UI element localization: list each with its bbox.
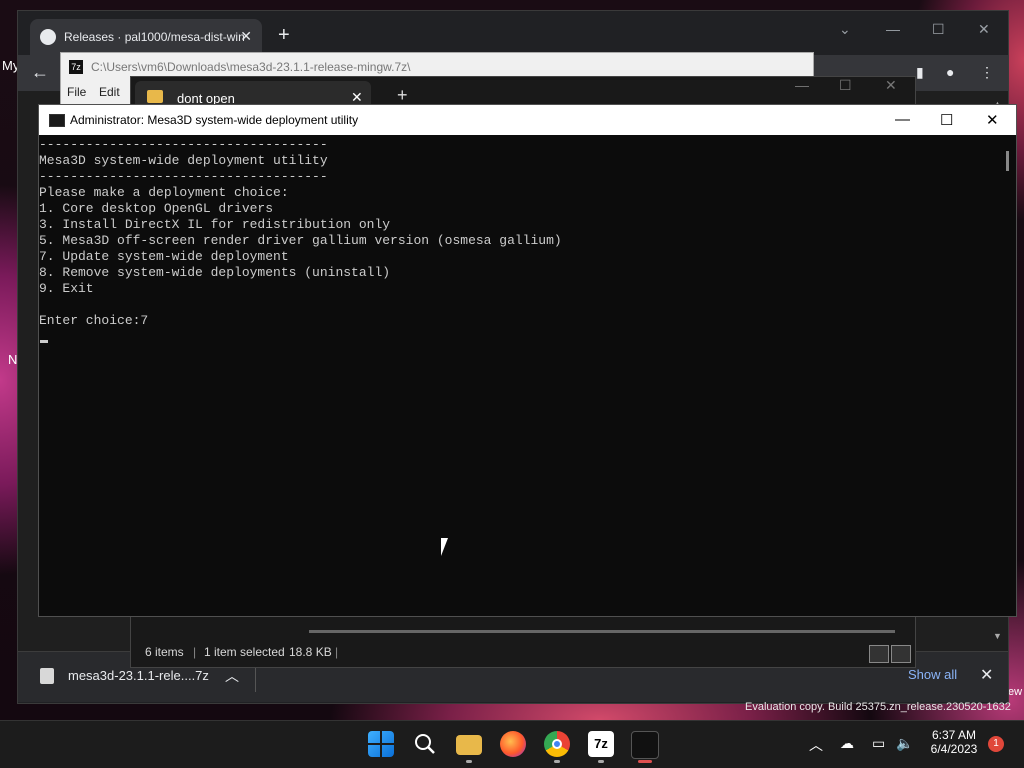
mouse-pointer-icon (441, 538, 455, 556)
taskbar: 7z ︿ ☁ ▭ 🔈 6:37 AM 6/4/2023 1 (0, 720, 1024, 768)
running-indicator (466, 760, 472, 763)
console-title: Administrator: Mesa3D system-wide deploy… (70, 113, 359, 127)
console-line: 1. Core desktop OpenGL drivers (39, 201, 274, 216)
console-title-bar: Administrator: Mesa3D system-wide deploy… (39, 105, 1016, 135)
maximize-button[interactable]: ☐ (932, 21, 945, 38)
network-icon[interactable]: ▭ (872, 735, 885, 752)
minimize-button[interactable]: — (886, 21, 900, 37)
console-line: 9. Exit (39, 281, 94, 296)
onedrive-icon[interactable]: ☁ (840, 735, 854, 752)
running-indicator (554, 760, 560, 763)
chrome-tab-title: Releases · pal1000/mesa-dist-win (64, 30, 245, 44)
active-indicator (638, 760, 652, 763)
chevron-down-icon[interactable]: ⌄ (839, 21, 851, 38)
scroll-down-icon[interactable]: ▼ (993, 631, 1002, 641)
github-icon (40, 29, 56, 45)
selected-count: 1 item selected (204, 645, 285, 659)
menu-file[interactable]: File (67, 85, 86, 99)
console-line: Mesa3D system-wide deployment utility (39, 153, 328, 168)
search-icon[interactable] (412, 731, 438, 757)
clock-date: 6/4/2023 (930, 742, 978, 756)
console-line: 3. Install DirectX IL for redistribution… (39, 217, 391, 232)
item-count: 6 items (145, 645, 184, 659)
file-explorer-icon[interactable] (456, 735, 482, 755)
explorer-status-bar: 6 items | 1 item selected 18.8 KB | (131, 637, 915, 665)
console-window: Administrator: Mesa3D system-wide deploy… (38, 104, 1017, 617)
back-arrow-icon[interactable]: ← (31, 62, 49, 83)
evaluation-watermark: Evaluation copy. Build 25375.zn_release.… (745, 701, 1011, 713)
sevenzip-icon[interactable]: 7z (588, 731, 614, 757)
clock[interactable]: 6:37 AM 6/4/2023 (926, 728, 982, 756)
notification-badge[interactable]: 1 (988, 736, 1004, 752)
text-cursor (40, 340, 48, 343)
new-tab-button[interactable]: + (397, 85, 408, 106)
chrome-icon[interactable] (544, 731, 570, 757)
archive-path: C:\Users\vm6\Downloads\mesa3d-23.1.1-rel… (91, 60, 411, 74)
console-scrollbar[interactable] (1006, 151, 1009, 171)
console-line: ------------------------------------- (39, 137, 328, 152)
sevenzip-logo-icon: 7z (69, 60, 83, 74)
menu-edit[interactable]: Edit (99, 85, 120, 99)
console-line: 8. Remove system-wide deployments (unins… (39, 265, 391, 280)
firefox-icon[interactable] (500, 731, 526, 757)
divider: | (193, 645, 197, 659)
console-line: Please make a deployment choice: (39, 185, 289, 200)
console-prompt-line: Enter choice:7 (39, 313, 149, 328)
running-indicator (598, 760, 604, 763)
archive-file-icon (40, 668, 54, 684)
terminal-icon[interactable] (631, 731, 659, 759)
chrome-tab[interactable]: Releases · pal1000/mesa-dist-win ✕ (30, 19, 262, 55)
close-tab-icon[interactable]: ✕ (240, 28, 252, 45)
close-button[interactable]: ✕ (978, 21, 990, 38)
windows-start-icon[interactable] (368, 731, 394, 757)
profile-icon[interactable]: ● (946, 64, 954, 80)
maximize-button[interactable]: ☐ (940, 111, 953, 129)
chrome-tab-bar: Releases · pal1000/mesa-dist-win ✕ + ⌄ —… (18, 11, 1008, 55)
desktop-icon-label[interactable]: N (8, 352, 17, 367)
console-line: 5. Mesa3D off-screen render driver galli… (39, 233, 562, 248)
console-output[interactable]: ------------------------------------- Me… (39, 135, 999, 615)
selected-size: 18.8 KB (289, 645, 332, 659)
close-button[interactable]: ✕ (986, 111, 999, 129)
download-file-name[interactable]: mesa3d-23.1.1-rele....7z (68, 668, 209, 683)
sidebar-icon[interactable]: ▮ (916, 64, 924, 81)
clock-time: 6:37 AM (931, 728, 977, 742)
folder-icon (147, 90, 163, 103)
minimize-button[interactable]: — (895, 111, 910, 128)
volume-icon[interactable]: 🔈 (896, 735, 913, 752)
console-line: ------------------------------------- (39, 169, 328, 184)
close-button[interactable]: ✕ (885, 77, 897, 94)
console-line: 7. Update system-wide deployment (39, 249, 289, 264)
maximize-button[interactable]: ☐ (839, 77, 852, 94)
console-icon (49, 114, 65, 127)
chevron-up-icon[interactable]: ︿ (225, 666, 239, 686)
new-tab-button[interactable]: + (278, 25, 290, 45)
divider: | (335, 645, 339, 659)
kebab-menu-icon[interactable]: ⋮ (980, 64, 994, 81)
show-all-button[interactable]: Show all (908, 667, 957, 682)
chevron-up-icon[interactable]: ︿ (809, 735, 823, 755)
details-view-icon[interactable] (869, 645, 889, 663)
desktop-icon-label[interactable]: ew (1008, 686, 1022, 698)
close-downloads-icon[interactable]: ✕ (980, 665, 993, 685)
horizontal-scrollbar[interactable] (309, 630, 895, 633)
tiles-view-icon[interactable] (891, 645, 911, 663)
minimize-button[interactable]: — (795, 77, 809, 93)
